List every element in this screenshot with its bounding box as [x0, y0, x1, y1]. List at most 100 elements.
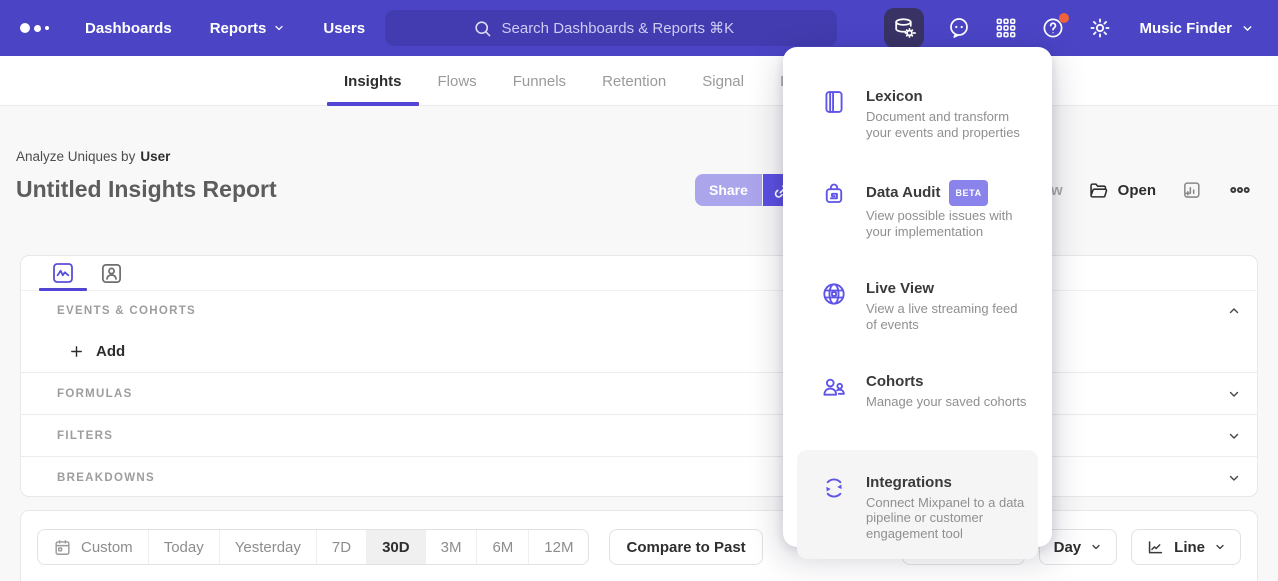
range-label: Custom [81, 539, 133, 556]
tab-insights[interactable]: Insights [344, 56, 402, 106]
add-event-button[interactable]: Add [21, 331, 1257, 372]
section-events-cohorts: EVENTS & COHORTS Add [21, 291, 1257, 372]
range-today[interactable]: Today [148, 530, 219, 564]
section-header-breakdowns[interactable]: BREAKDOWNS [21, 457, 1257, 498]
builder-mode-tabs [21, 256, 1257, 291]
calendar-icon [53, 538, 72, 557]
section-label: BREAKDOWNS [57, 472, 155, 484]
report-type-tabs: Insights Flows Funnels Retention Signal … [344, 56, 825, 106]
menu-item-text: Lexicon Document and transform your even… [866, 87, 1030, 140]
query-builder-card: EVENTS & COHORTS Add FORMULAS FILTERS [20, 255, 1258, 497]
range-6m[interactable]: 6M [476, 530, 528, 564]
range-yesterday[interactable]: Yesterday [219, 530, 316, 564]
section-label: EVENTS & COHORTS [57, 305, 196, 317]
gear-icon [1088, 16, 1112, 40]
chart-type-dropdown[interactable]: Line [1131, 529, 1241, 565]
cohorts-people-icon [820, 373, 848, 401]
global-search[interactable] [385, 10, 837, 46]
chart-controls-card: Custom Today Yesterday 7D 30D 3M 6M 12M … [20, 510, 1258, 581]
logo-dot [20, 23, 30, 33]
range-label: Today [164, 539, 204, 556]
data-management-icon [892, 16, 917, 41]
analyze-entity-selector[interactable]: User [140, 149, 170, 164]
section-breakdowns: BREAKDOWNS [21, 456, 1257, 498]
range-30d[interactable]: 30D [366, 530, 425, 564]
project-switcher[interactable]: Music Finder [1139, 20, 1254, 37]
folder-icon [1088, 180, 1109, 201]
open-label: Open [1118, 182, 1156, 199]
settings-button[interactable] [1088, 16, 1112, 40]
menu-item-live-view[interactable]: Live View View a live streaming feed of … [820, 279, 1030, 332]
logo-dot [34, 25, 41, 32]
nav-item-label: Reports [210, 20, 267, 37]
share-button[interactable]: Share [695, 174, 762, 206]
chevron-down-icon [273, 22, 285, 34]
tab-flows[interactable]: Flows [438, 56, 477, 106]
apps-grid-button[interactable] [994, 16, 1018, 40]
tab-funnels[interactable]: Funnels [513, 56, 566, 106]
menu-item-data-audit[interactable]: Data AuditBETA View possible issues with… [820, 180, 1030, 239]
tab-retention[interactable]: Retention [602, 56, 666, 106]
chart-tab-icon [51, 261, 75, 285]
chevron-down-icon[interactable] [1227, 429, 1241, 443]
primary-nav: Dashboards Reports Users [85, 20, 365, 37]
section-label: FORMULAS [57, 388, 133, 400]
section-header-events[interactable]: EVENTS & COHORTS [21, 291, 1257, 331]
integrations-sync-icon [820, 474, 848, 502]
menu-item-text: Data AuditBETA View possible issues with… [866, 180, 1030, 239]
audit-seal-icon [820, 181, 848, 209]
menu-item-text: Cohorts Manage your saved cohorts [866, 372, 1026, 410]
nav-item-users[interactable]: Users [323, 20, 365, 37]
notification-dot [1059, 13, 1069, 23]
tab-signal[interactable]: Signal [702, 56, 744, 106]
chevron-down-icon[interactable] [1227, 471, 1241, 485]
range-custom[interactable]: Custom [38, 530, 148, 564]
mixpanel-logo[interactable] [20, 23, 49, 33]
menu-item-title: Lexicon [866, 87, 1030, 107]
tab-users-mode[interactable] [87, 256, 135, 290]
chevron-down-icon[interactable] [1227, 387, 1241, 401]
menu-item-description: Manage your saved cohorts [866, 394, 1026, 410]
globe-icon [820, 280, 848, 308]
data-management-button[interactable] [884, 8, 924, 48]
menu-item-lexicon[interactable]: Lexicon Document and transform your even… [820, 87, 1030, 140]
menu-item-integrations[interactable]: Integrations Connect Mixpanel to a data … [797, 450, 1038, 560]
range-label: 3M [441, 539, 462, 556]
compare-to-past-button[interactable]: Compare to Past [609, 529, 762, 565]
date-range-group: Custom Today Yesterday 7D 30D 3M 6M 12M [37, 529, 589, 565]
add-label: Add [96, 343, 125, 360]
beta-badge: BETA [949, 180, 987, 206]
tab-events-mode[interactable] [39, 256, 87, 290]
range-12m[interactable]: 12M [528, 530, 588, 564]
app-window: Dashboards Reports Users [0, 0, 1278, 581]
range-label: 7D [332, 539, 351, 556]
analyze-prefix: Analyze Uniques by [16, 149, 135, 164]
range-3m[interactable]: 3M [425, 530, 477, 564]
section-formulas: FORMULAS [21, 372, 1257, 414]
nav-item-reports[interactable]: Reports [210, 20, 286, 37]
search-input[interactable] [502, 20, 750, 37]
person-tab-icon [100, 262, 123, 285]
menu-item-title: Live View [866, 279, 1030, 299]
plus-icon [69, 344, 84, 359]
data-management-menu: Lexicon Document and transform your even… [783, 47, 1052, 547]
analyze-subtitle: Analyze Uniques by User [16, 149, 170, 164]
section-filters: FILTERS [21, 414, 1257, 456]
range-7d[interactable]: 7D [316, 530, 366, 564]
section-header-filters[interactable]: FILTERS [21, 415, 1257, 456]
section-header-formulas[interactable]: FORMULAS [21, 373, 1257, 414]
help-button[interactable] [1041, 16, 1065, 40]
more-options-button[interactable] [1228, 178, 1252, 202]
feedback-button[interactable] [947, 16, 971, 40]
nav-item-dashboards[interactable]: Dashboards [85, 20, 172, 37]
add-to-board-button[interactable] [1181, 179, 1203, 201]
menu-item-cohorts[interactable]: Cohorts Manage your saved cohorts [820, 372, 1030, 410]
project-name: Music Finder [1139, 20, 1232, 37]
nav-item-label: Dashboards [85, 20, 172, 37]
menu-item-description: View possible issues with your implement… [866, 208, 1030, 239]
top-navbar: Dashboards Reports Users [0, 0, 1278, 56]
page-title[interactable]: Untitled Insights Report [16, 176, 277, 203]
open-report-button[interactable]: Open [1088, 180, 1156, 201]
chevron-down-icon [1090, 541, 1102, 553]
chevron-up-icon[interactable] [1227, 304, 1241, 318]
